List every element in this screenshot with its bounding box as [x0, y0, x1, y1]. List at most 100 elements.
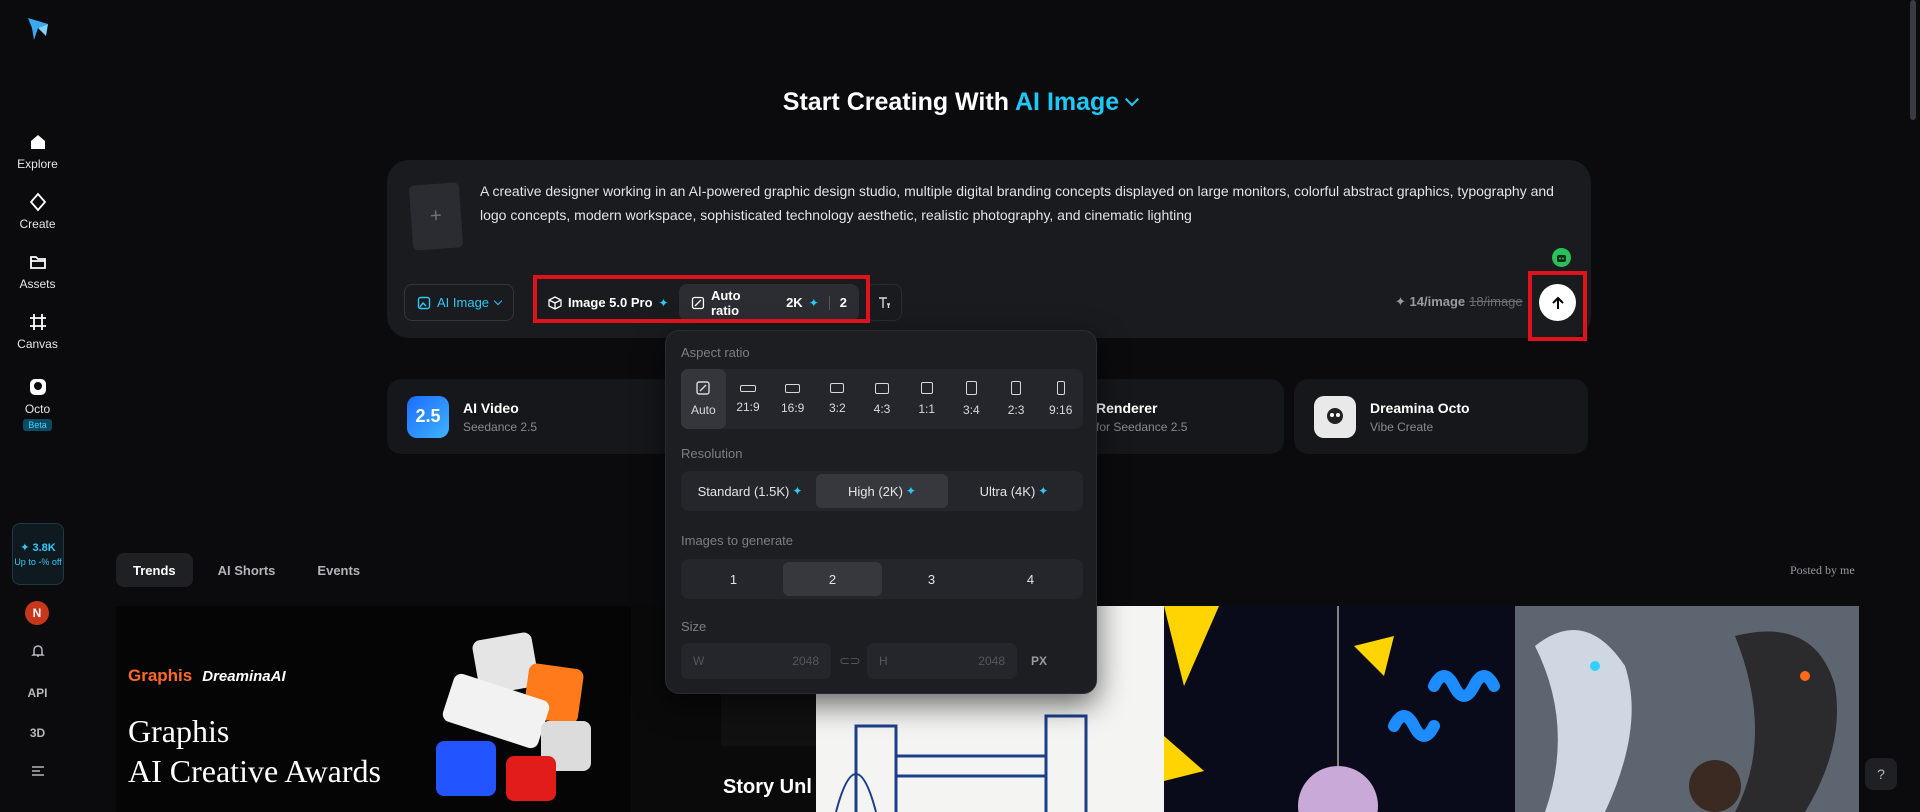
unit-label: PX	[1031, 654, 1048, 668]
tab-trends[interactable]: Trends	[116, 553, 193, 587]
nav-explore-label: Explore	[17, 157, 58, 171]
count-2[interactable]: 2	[783, 562, 882, 596]
resolution-high[interactable]: High (2K) ✦	[816, 474, 948, 508]
image-icon	[417, 296, 431, 309]
size-label: Size	[681, 619, 707, 634]
sparkle-icon: ✦	[905, 484, 916, 498]
gallery-item-disco[interactable]	[1164, 606, 1515, 812]
ratio-settings-button[interactable]: Auto ratio 2K ✦ 2	[679, 284, 859, 321]
height-input[interactable]: H 2048	[867, 643, 1017, 679]
ratio-16-9[interactable]: 16:9	[770, 369, 815, 429]
count-3[interactable]: 3	[882, 562, 981, 596]
link-aspect-icon[interactable]: ⊂⊃	[839, 653, 861, 669]
aspect-ratio-options: Auto 21:9 16:9 3:2 4:3 1:1 3:4 2:3 9:16	[681, 369, 1083, 429]
sparkle-icon: ✦	[808, 295, 819, 310]
diamond-icon	[29, 192, 46, 212]
promo-text: Up to -% off	[14, 556, 62, 567]
count-1[interactable]: 1	[684, 562, 783, 596]
count-4[interactable]: 4	[981, 562, 1080, 596]
folder-icon	[29, 256, 46, 269]
ratio-label: 1:1	[918, 402, 936, 416]
model-label: Image 5.0 Pro	[568, 295, 653, 310]
width-value: 2048	[792, 654, 819, 668]
mode-select[interactable]: AI Image	[404, 284, 515, 321]
height-prefix: H	[879, 654, 888, 668]
octo-avatar-icon	[1314, 395, 1356, 438]
ratio-9-16[interactable]: 9:16	[1038, 369, 1083, 429]
awards-heading: Graphis AI Creative Awards	[128, 711, 381, 791]
nav-create[interactable]: Create	[0, 192, 75, 231]
posted-by-filter[interactable]: Posted by me	[1790, 563, 1855, 578]
resolution-option-label: Standard (1.5K)	[697, 483, 790, 499]
card-title: Renderer	[1096, 399, 1158, 416]
ratio-3-2[interactable]: 3:2	[815, 369, 860, 429]
beta-badge: Beta	[23, 419, 52, 431]
3d-link[interactable]: 3D	[0, 726, 75, 740]
nav-octo[interactable]: Octo Beta	[0, 377, 75, 431]
card-sub: for Seedance 2.5	[1096, 419, 1188, 434]
prompt-input[interactable]: A creative designer working in an AI-pow…	[480, 179, 1560, 227]
seedance-icon-text: 2.5	[415, 406, 441, 426]
width-input[interactable]: W 2048	[681, 643, 831, 679]
mode-label: AI Image	[437, 295, 490, 310]
nav-explore[interactable]: Explore	[0, 132, 75, 171]
tab-events[interactable]: Events	[300, 553, 377, 587]
card-renderer[interactable]: Renderer for Seedance 2.5	[1080, 379, 1284, 454]
ratio-2-3[interactable]: 2:3	[994, 369, 1039, 429]
ratio-4-3[interactable]: 4:3	[860, 369, 905, 429]
ratio-shape	[875, 382, 890, 394]
nav-canvas[interactable]: Canvas	[0, 312, 75, 351]
awards-brand: Graphis DreaminaAI	[128, 666, 286, 686]
nav-canvas-label: Canvas	[17, 337, 58, 351]
home-icon	[30, 135, 45, 149]
nav-assets-label: Assets	[19, 277, 56, 291]
avatar[interactable]: N	[25, 601, 49, 625]
model-select[interactable]: Image 5.0 Pro ✦	[536, 284, 681, 321]
assistant-badge-icon[interactable]	[1552, 248, 1571, 267]
sidebar: Explore Create Assets Canvas Octo Beta ✦…	[0, 0, 75, 812]
ratio-21-9[interactable]: 21:9	[726, 369, 771, 429]
page-title: Start Creating With AI Image	[0, 88, 1920, 117]
tab-ai-shorts[interactable]: AI Shorts	[201, 553, 293, 587]
resolution-ultra[interactable]: Ultra (4K) ✦	[948, 474, 1080, 508]
ratio-settings-popover: Aspect ratio Auto 21:9 16:9 3:2 4:3 1:1 …	[665, 330, 1097, 694]
resolution-label: 2K	[786, 295, 803, 310]
api-link[interactable]: API	[0, 686, 75, 700]
sparkle-icon: ✦	[658, 295, 669, 310]
sparkle-icon: ✦	[1038, 484, 1049, 498]
credits-promo-box[interactable]: ✦ 3.8K Up to -% off	[12, 523, 64, 585]
aspect-ratio-label: Aspect ratio	[681, 345, 750, 360]
menu-toggle[interactable]	[0, 764, 75, 781]
ratio-shape	[920, 382, 933, 394]
notification-bell[interactable]	[0, 643, 75, 662]
gallery-item-awards[interactable]: Graphis DreaminaAI Graphis AI Creative Awa…	[116, 606, 631, 812]
nav-assets[interactable]: Assets	[0, 252, 75, 291]
ratio-shape	[965, 381, 977, 395]
ratio-auto[interactable]: Auto	[681, 369, 726, 429]
dragons-illustration	[1515, 606, 1859, 812]
size-inputs: W 2048 ⊂⊃ H 2048 PX	[681, 643, 1083, 679]
resolution-options: Standard (1.5K) ✦ High (2K) ✦ Ultra (4K) ✦	[681, 471, 1083, 511]
ratio-label: Auto	[690, 403, 716, 417]
mode-switcher[interactable]: AI Image	[1015, 88, 1140, 116]
dreamina-logo-icon[interactable]	[24, 14, 52, 42]
image-count-options: 1 2 3 4	[681, 559, 1083, 599]
gallery-item-dragons[interactable]	[1515, 606, 1859, 812]
count-label: 2	[839, 295, 847, 310]
ratio-label: Auto ratio	[710, 287, 741, 318]
resolution-standard[interactable]: Standard (1.5K) ✦	[684, 474, 816, 508]
help-button[interactable]: ?	[1865, 758, 1897, 790]
ratio-1-1[interactable]: 1:1	[904, 369, 949, 429]
card-dreamina-octo[interactable]: Dreamina Octo Vibe Create	[1294, 379, 1588, 454]
ratio-3-4[interactable]: 3:4	[949, 369, 994, 429]
nav-create-label: Create	[19, 217, 56, 231]
card-ai-video[interactable]: 2.5 AI Video Seedance 2.5	[387, 379, 677, 454]
text-format-button[interactable]	[866, 284, 902, 321]
reference-upload[interactable]: +	[408, 182, 464, 251]
canvas-icon	[29, 314, 46, 330]
scrollbar[interactable]	[1910, 0, 1916, 120]
prompt-panel: + A creative designer working in an AI-p…	[387, 160, 1591, 338]
divider	[828, 295, 830, 310]
generate-button[interactable]	[1539, 284, 1576, 321]
ratio-shape	[1056, 381, 1065, 395]
